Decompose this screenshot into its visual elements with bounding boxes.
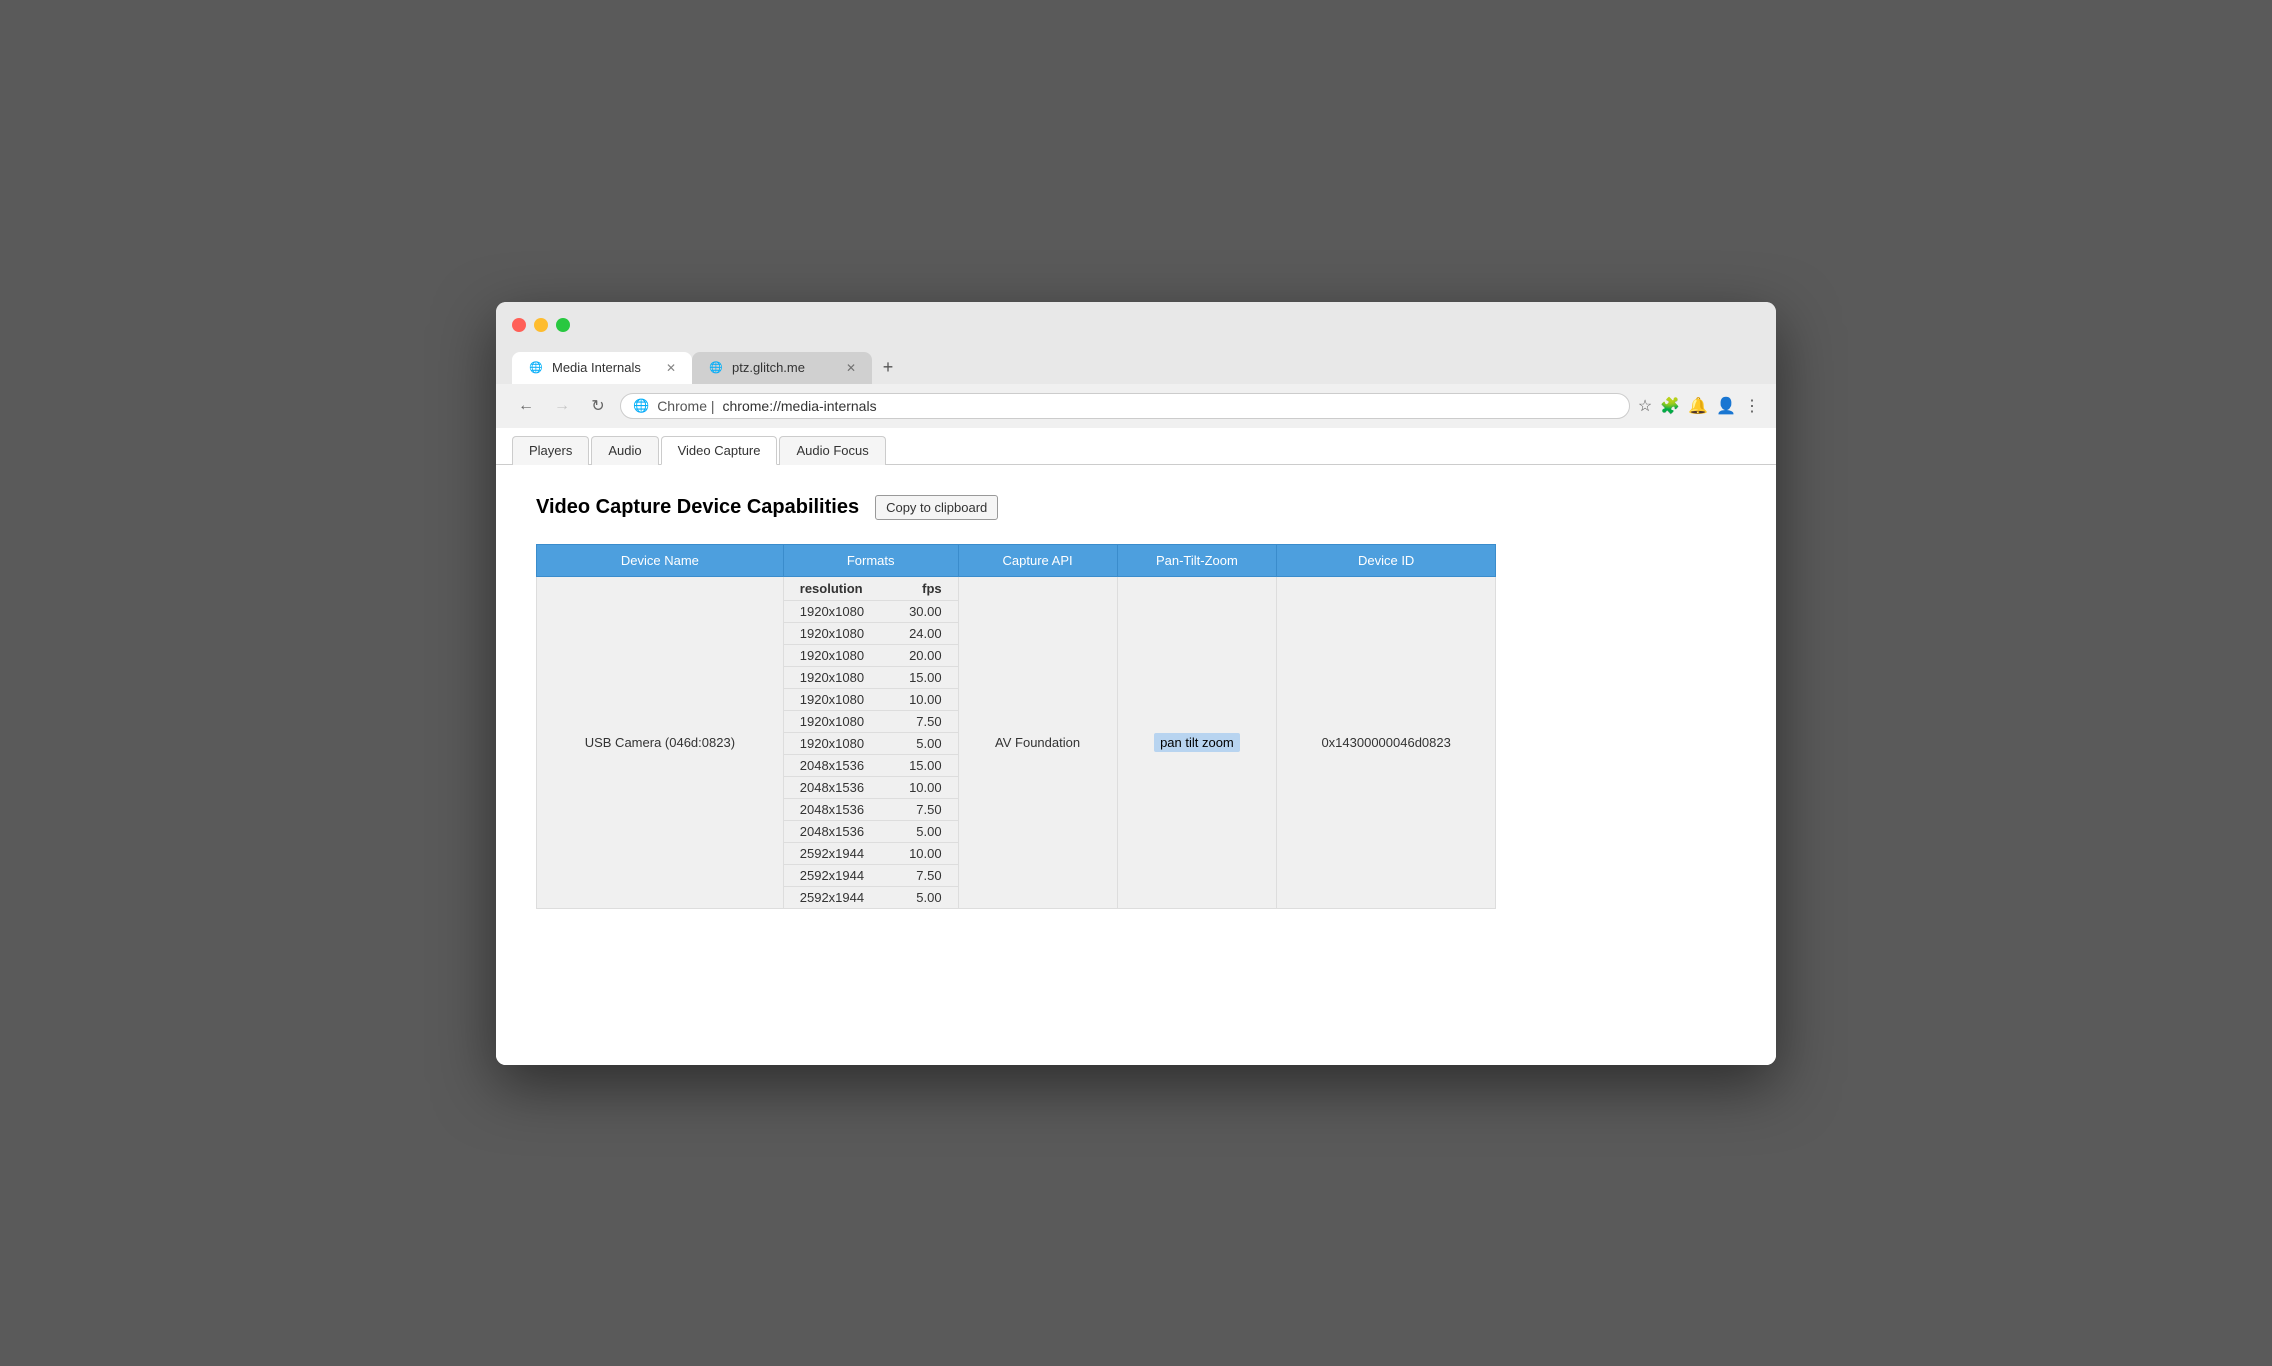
- page-content: Players Audio Video Capture Audio Focus …: [496, 428, 1776, 1065]
- device-name-cell: USB Camera (046d:0823): [537, 576, 784, 908]
- formats-sub-header-row: USB Camera (046d:0823) resolution fps AV…: [537, 576, 1496, 600]
- forward-button[interactable]: →: [548, 392, 576, 420]
- traffic-lights: [512, 314, 1760, 340]
- fps-subheader: fps: [922, 581, 942, 596]
- bookmark-icon[interactable]: ☆: [1638, 396, 1652, 416]
- fps-value: 20.00: [909, 648, 942, 663]
- reload-button[interactable]: ↻: [584, 392, 612, 420]
- browser-icon: 🌐: [633, 398, 649, 414]
- browser-window: 🌐 Media Internals ✕ 🌐 ptz.glitch.me ✕ + …: [496, 302, 1776, 1065]
- format-data-cell: 2048x1536 5.00: [783, 820, 958, 842]
- fps-value: 5.00: [916, 736, 941, 751]
- resolution-value: 2592x1944: [800, 890, 864, 905]
- section-title: Video Capture Device Capabilities: [536, 496, 859, 519]
- tab-icon-ptz: 🌐: [708, 360, 724, 376]
- fps-value: 24.00: [909, 626, 942, 641]
- notifications-icon[interactable]: 🔔: [1688, 396, 1708, 416]
- tab-video-capture[interactable]: Video Capture: [661, 436, 778, 465]
- tab-close-media-internals[interactable]: ✕: [666, 361, 676, 375]
- toolbar-right: ☆ 🧩 🔔 👤 ⋮: [1638, 396, 1760, 416]
- address-bar-row: ← → ↻ 🌐 Chrome | chrome://media-internal…: [496, 384, 1776, 428]
- format-data-cell: 2048x1536 7.50: [783, 798, 958, 820]
- fps-value: 30.00: [909, 604, 942, 619]
- new-tab-button[interactable]: +: [872, 352, 904, 384]
- fps-value: 7.50: [916, 802, 941, 817]
- format-data-cell: 2592x1944 5.00: [783, 886, 958, 908]
- fps-value: 15.00: [909, 670, 942, 685]
- format-data-cell: 1920x1080 15.00: [783, 666, 958, 688]
- back-button[interactable]: ←: [512, 392, 540, 420]
- resolution-value: 2048x1536: [800, 802, 864, 817]
- profile-icon[interactable]: 👤: [1716, 396, 1736, 416]
- ptz-cell: pan tilt zoom: [1117, 576, 1277, 908]
- resolution-value: 2048x1536: [800, 758, 864, 773]
- extensions-icon[interactable]: 🧩: [1660, 396, 1680, 416]
- resolution-value: 2048x1536: [800, 824, 864, 839]
- main-content: Video Capture Device Capabilities Copy t…: [496, 465, 1776, 1065]
- format-data-cell: 1920x1080 30.00: [783, 600, 958, 622]
- format-data-cell: 1920x1080 5.00: [783, 732, 958, 754]
- browser-tab-ptz[interactable]: 🌐 ptz.glitch.me ✕: [692, 352, 872, 384]
- resolution-value: 2592x1944: [800, 868, 864, 883]
- col-header-formats: Formats: [783, 544, 958, 576]
- format-data-cell: 1920x1080 7.50: [783, 710, 958, 732]
- tab-audio-focus[interactable]: Audio Focus: [779, 436, 885, 465]
- col-header-ptz: Pan-Tilt-Zoom: [1117, 544, 1277, 576]
- maximize-button[interactable]: [556, 318, 570, 332]
- fps-value: 7.50: [916, 868, 941, 883]
- copy-to-clipboard-button[interactable]: Copy to clipboard: [875, 495, 998, 520]
- ptz-value: pan tilt zoom: [1154, 733, 1240, 752]
- resolution-value: 1920x1080: [800, 714, 864, 729]
- resolution-value: 1920x1080: [800, 604, 864, 619]
- fps-value: 5.00: [916, 824, 941, 839]
- fps-value: 7.50: [916, 714, 941, 729]
- tab-players[interactable]: Players: [512, 436, 589, 465]
- tab-label-ptz: ptz.glitch.me: [732, 360, 805, 375]
- col-header-capture-api: Capture API: [958, 544, 1117, 576]
- table-header-row: Device Name Formats Capture API Pan-Tilt…: [537, 544, 1496, 576]
- minimize-button[interactable]: [534, 318, 548, 332]
- col-header-device-name: Device Name: [537, 544, 784, 576]
- menu-icon[interactable]: ⋮: [1744, 396, 1760, 416]
- tab-audio[interactable]: Audio: [591, 436, 658, 465]
- format-data-cell: 2592x1944 10.00: [783, 842, 958, 864]
- fps-value: 10.00: [909, 780, 942, 795]
- section-header: Video Capture Device Capabilities Copy t…: [536, 495, 1736, 520]
- resolution-value: 1920x1080: [800, 670, 864, 685]
- format-data-cell: 2048x1536 15.00: [783, 754, 958, 776]
- format-data-cell: 2592x1944 7.50: [783, 864, 958, 886]
- browser-tab-media-internals[interactable]: 🌐 Media Internals ✕: [512, 352, 692, 384]
- capabilities-table: Device Name Formats Capture API Pan-Tilt…: [536, 544, 1496, 909]
- fps-value: 5.00: [916, 890, 941, 905]
- format-data-cell: 2048x1536 10.00: [783, 776, 958, 798]
- page-nav: Players Audio Video Capture Audio Focus: [496, 428, 1776, 465]
- format-data-cell: 1920x1080 20.00: [783, 644, 958, 666]
- formats-subheader-cell: resolution fps: [783, 576, 958, 600]
- format-data-cell: 1920x1080 10.00: [783, 688, 958, 710]
- url-prefix: Chrome |: [657, 398, 714, 414]
- fps-value: 15.00: [909, 758, 942, 773]
- tab-label-media-internals: Media Internals: [552, 360, 641, 375]
- format-data-cell: 1920x1080 24.00: [783, 622, 958, 644]
- resolution-value: 1920x1080: [800, 626, 864, 641]
- tab-bar: 🌐 Media Internals ✕ 🌐 ptz.glitch.me ✕ +: [512, 352, 1760, 384]
- fps-value: 10.00: [909, 692, 942, 707]
- fps-value: 10.00: [909, 846, 942, 861]
- resolution-subheader: resolution: [800, 581, 863, 596]
- resolution-value: 2048x1536: [800, 780, 864, 795]
- tab-icon-media-internals: 🌐: [528, 360, 544, 376]
- url-text: chrome://media-internals: [723, 398, 877, 414]
- resolution-value: 2592x1944: [800, 846, 864, 861]
- tab-close-ptz[interactable]: ✕: [846, 361, 856, 375]
- resolution-value: 1920x1080: [800, 692, 864, 707]
- device-id-cell: 0x14300000046d0823: [1277, 576, 1496, 908]
- col-header-device-id: Device ID: [1277, 544, 1496, 576]
- resolution-value: 1920x1080: [800, 648, 864, 663]
- capture-api-cell: AV Foundation: [958, 576, 1117, 908]
- address-bar[interactable]: 🌐 Chrome | chrome://media-internals: [620, 393, 1630, 419]
- close-button[interactable]: [512, 318, 526, 332]
- title-bar: 🌐 Media Internals ✕ 🌐 ptz.glitch.me ✕ +: [496, 302, 1776, 384]
- resolution-value: 1920x1080: [800, 736, 864, 751]
